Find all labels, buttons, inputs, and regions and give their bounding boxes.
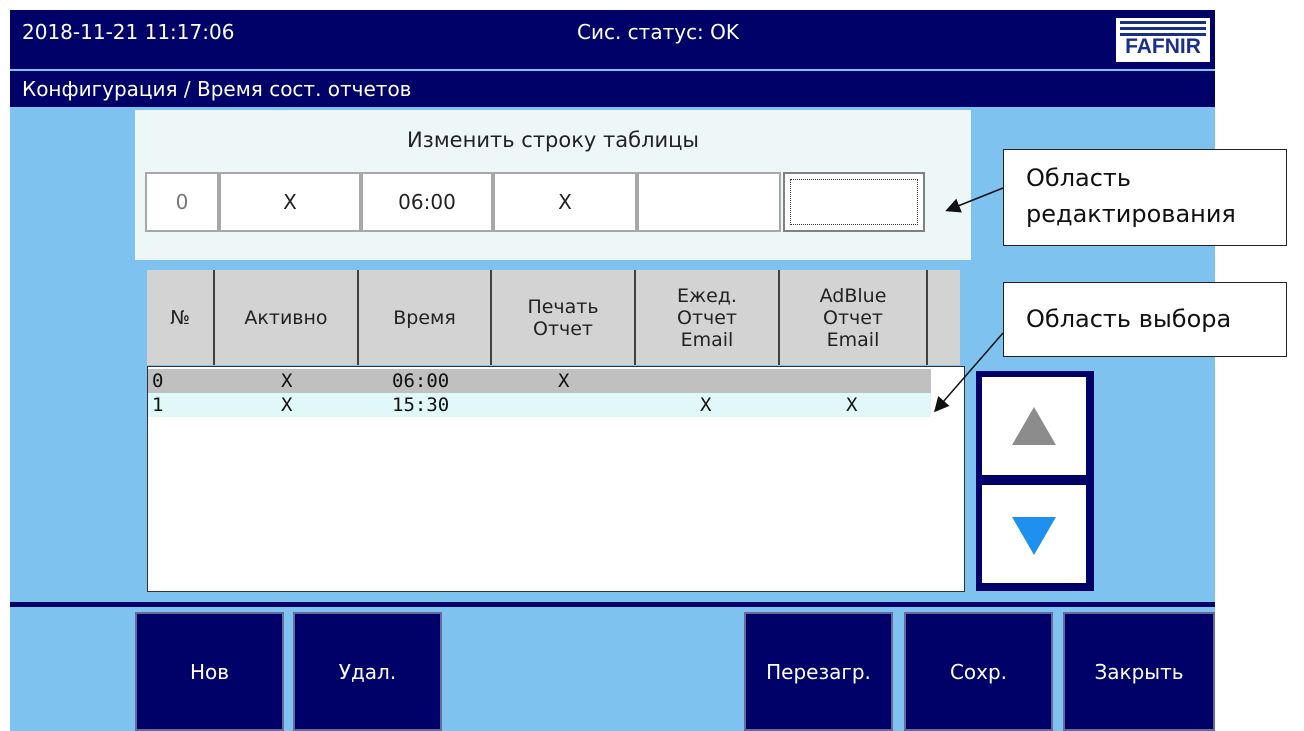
callout-select-text: Область выбора — [1026, 305, 1232, 333]
edit-cell-daily[interactable] — [637, 172, 781, 232]
edit-cell-active[interactable]: X — [219, 172, 361, 232]
callout-edit-area: Область редактирования — [1003, 149, 1287, 246]
triangle-down-icon — [1012, 517, 1056, 555]
row-no: 0 — [152, 370, 164, 392]
header-print-report[interactable]: Печать Отчет — [492, 270, 636, 365]
callout-selection-area: Область выбора — [1003, 282, 1287, 357]
new-button[interactable]: Нов — [135, 612, 284, 731]
delete-button[interactable]: Удал. — [293, 612, 442, 731]
edit-cell-time[interactable]: 06:00 — [361, 172, 493, 232]
hmi-screen: 2018-11-21 11:17:06 Сис. статус: OK FAFN… — [10, 10, 1215, 731]
breadcrumb-bar: Конфигурация / Время сост. отчетов — [10, 71, 1215, 107]
callout-edit-line1: Область — [1026, 164, 1132, 192]
edit-area-title: Изменить строку таблицы — [406, 128, 700, 152]
row-active: X — [281, 394, 293, 416]
header-time[interactable]: Время — [359, 270, 492, 365]
triangle-up-icon — [1012, 407, 1056, 445]
header-adblue-email[interactable]: AdBlue Отчет Email — [780, 270, 928, 365]
table-row[interactable]: 1 X 15:30 X X — [148, 393, 931, 417]
row-adblue: X — [846, 394, 858, 416]
divider — [10, 602, 1215, 607]
reload-button[interactable]: Перезагр. — [744, 612, 893, 731]
callout-edit-line2: редактирования — [1026, 200, 1236, 228]
datetime: 2018-11-21 11:17:06 — [22, 20, 235, 44]
top-bar: 2018-11-21 11:17:06 Сис. статус: OK FAFN… — [10, 10, 1215, 69]
save-button[interactable]: Сохр. — [904, 612, 1053, 731]
header-active[interactable]: Активно — [215, 270, 359, 365]
fafnir-logo: FAFNIR — [1116, 18, 1210, 62]
table-row[interactable]: 0 X 06:00 X — [148, 369, 931, 393]
focus-rectangle — [790, 179, 918, 225]
header-no[interactable]: № — [147, 270, 215, 365]
row-print: X — [558, 370, 570, 392]
row-active: X — [281, 370, 293, 392]
logo-text: FAFNIR — [1125, 35, 1201, 58]
edit-cell-adblue[interactable] — [783, 172, 925, 232]
table-header: № Активно Время Печать Отчет Ежед. Отчет… — [147, 270, 960, 365]
edit-cell-print[interactable]: X — [493, 172, 637, 232]
row-time: 06:00 — [392, 370, 450, 392]
scroll-down-button[interactable] — [976, 479, 1094, 591]
system-status: Сис. статус: OK — [577, 20, 740, 44]
close-button[interactable]: Закрыть — [1063, 612, 1215, 731]
selection-area[interactable]: 0 X 06:00 X 1 X 15:30 X X — [147, 366, 965, 592]
row-time: 15:30 — [392, 394, 450, 416]
breadcrumb: Конфигурация / Время сост. отчетов — [22, 77, 412, 101]
scroll-up-button[interactable] — [976, 371, 1094, 483]
edit-area: Изменить строку таблицы 0 X 06:00 X — [135, 110, 971, 260]
row-no: 1 — [152, 394, 164, 416]
header-daily-email[interactable]: Ежед. Отчет Email — [636, 270, 780, 365]
row-daily: X — [700, 394, 712, 416]
edit-cell-no[interactable]: 0 — [145, 172, 219, 232]
